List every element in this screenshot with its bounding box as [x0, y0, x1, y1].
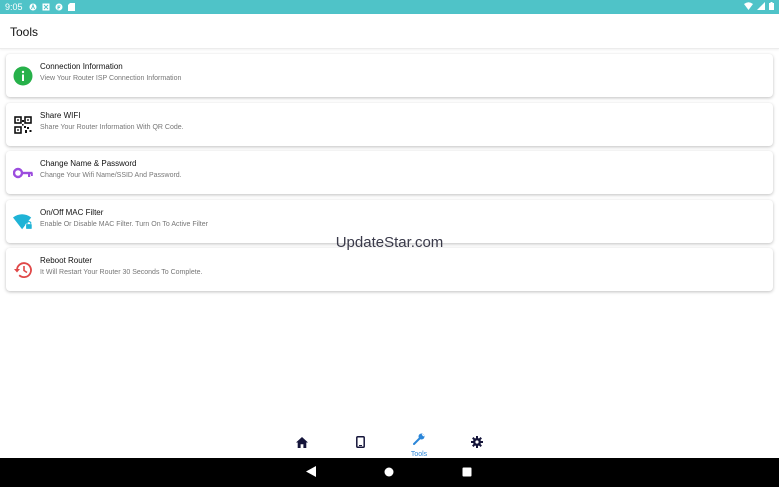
- recents-square-icon: [462, 464, 472, 482]
- tool-item-title: Change Name & Password: [40, 159, 137, 169]
- app-bar: Tools: [0, 14, 779, 49]
- tool-item-subtitle: Enable Or Disable MAC Filter. Turn On To…: [40, 220, 208, 228]
- nav-settings[interactable]: [462, 432, 492, 458]
- qr-code-icon: [13, 115, 33, 135]
- home-circle-icon: [384, 464, 394, 482]
- recents-button[interactable]: [461, 467, 473, 479]
- sd-card-icon: [68, 3, 76, 11]
- watermark: UpdateStar.com: [335, 234, 444, 251]
- tool-item-title: Connection Information: [40, 62, 123, 71]
- tool-item-change-name-password[interactable]: Change Name & Password Change Your Wifi …: [6, 151, 773, 195]
- notification-a-icon: [29, 3, 37, 11]
- key-icon: [13, 163, 33, 183]
- tool-item-subtitle: View Your Router ISP Connection Informat…: [40, 75, 182, 82]
- back-triangle-icon: [306, 464, 316, 482]
- tool-item-title: Share WIFI: [40, 110, 81, 120]
- wifi-lock-icon: [13, 212, 33, 232]
- notification-f-icon: [55, 3, 63, 11]
- tool-item-reboot-router[interactable]: Reboot Router It Will Restart Your Route…: [6, 248, 773, 292]
- tool-item-connection-information[interactable]: Connection Information View Your Router …: [6, 54, 773, 97]
- status-time: 9:05: [5, 2, 23, 12]
- bottom-nav: Tools: [0, 428, 779, 458]
- home-button[interactable]: [383, 467, 395, 479]
- nav-tools[interactable]: Tools: [404, 432, 434, 458]
- tool-item-subtitle: Change Your Wifi Name/SSID And Password.: [40, 172, 182, 180]
- wifi-signal-icon: [744, 2, 753, 12]
- back-button[interactable]: [305, 464, 317, 482]
- wrench-icon: [413, 432, 425, 450]
- gear-icon: [471, 435, 483, 453]
- nav-home[interactable]: [287, 432, 317, 458]
- history-icon: [13, 260, 33, 280]
- tool-item-subtitle: Share Your Router Information With QR Co…: [40, 123, 184, 131]
- tools-list: Connection Information View Your Router …: [6, 54, 773, 297]
- notification-x-icon: [42, 3, 50, 11]
- tool-item-share-wifi[interactable]: Share WIFI Share Your Router Information…: [6, 102, 773, 146]
- page-title: Tools: [10, 25, 39, 39]
- tool-item-title: Reboot Router: [40, 256, 93, 266]
- tool-item-subtitle: It Will Restart Your Router 30 Seconds T…: [40, 269, 203, 277]
- status-bar: 9:05: [0, 0, 779, 14]
- tablet-icon: [355, 435, 365, 453]
- system-nav-bar: [0, 458, 779, 487]
- tool-item-title: On/Off MAC Filter: [40, 207, 104, 217]
- nav-device[interactable]: [345, 432, 375, 458]
- home-icon: [296, 435, 308, 453]
- cell-signal-icon: [757, 2, 765, 12]
- nav-tools-label: Tools: [410, 451, 428, 458]
- info-icon: [13, 66, 33, 86]
- battery-icon: [769, 2, 774, 12]
